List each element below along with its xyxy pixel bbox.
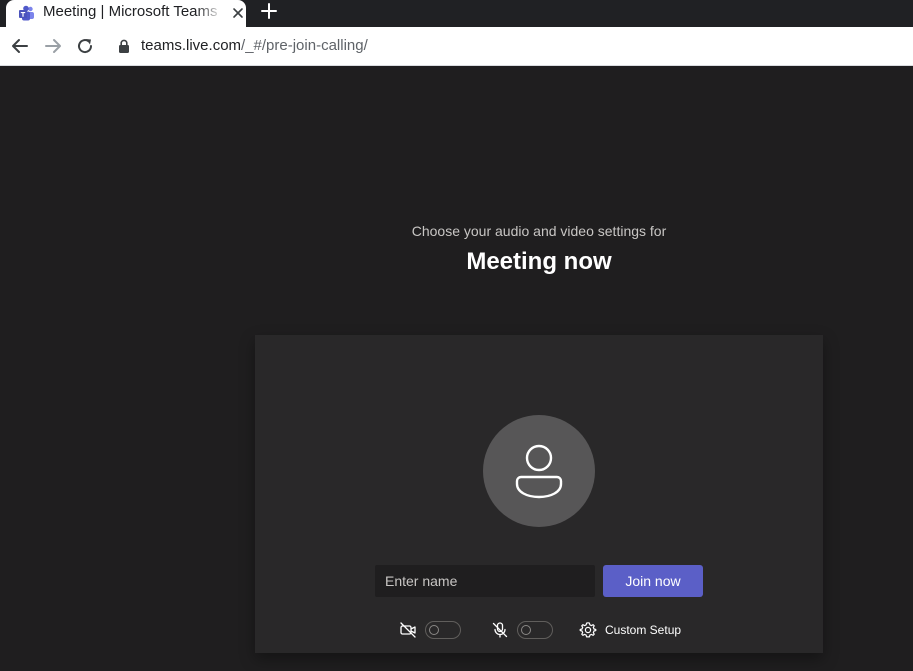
browser-tabstrip: Meeting | Microsoft Teams <box>0 0 913 27</box>
device-controls: Custom Setup <box>255 619 823 641</box>
preview-card: Join now Custom Setup <box>255 335 823 653</box>
browser-toolbar: teams.live.com/_#/pre-join-calling/ <box>0 27 913 66</box>
camera-off-icon <box>400 622 416 638</box>
mic-off-icon <box>492 622 508 638</box>
tab-title: Meeting | Microsoft Teams <box>43 3 218 20</box>
forward-arrow-icon[interactable] <box>43 36 63 56</box>
address-bar[interactable]: teams.live.com/_#/pre-join-calling/ <box>108 31 913 61</box>
close-tab-icon[interactable] <box>230 5 246 21</box>
prejoin-page: Choose your audio and video settings for… <box>0 66 913 671</box>
reload-icon[interactable] <box>75 36 95 56</box>
avatar <box>483 415 595 527</box>
custom-setup-label: Custom Setup <box>605 623 682 637</box>
lock-icon <box>119 39 129 53</box>
join-now-button[interactable]: Join now <box>603 565 703 597</box>
gear-icon <box>579 622 597 638</box>
camera-toggle[interactable] <box>425 621 461 639</box>
meeting-title: Meeting now <box>466 248 612 275</box>
url-path: /_#/pre-join-calling/ <box>241 37 368 54</box>
mic-toggle[interactable] <box>517 621 553 639</box>
settings-subtitle: Choose your audio and video settings for <box>411 223 667 239</box>
browser-tab[interactable]: Meeting | Microsoft Teams <box>6 0 246 27</box>
teams-logo-icon <box>19 5 34 21</box>
url-text: teams.live.com/_#/pre-join-calling/ <box>141 37 368 55</box>
new-tab-icon[interactable] <box>259 1 279 21</box>
name-input[interactable] <box>375 565 595 597</box>
url-host: teams.live.com <box>141 37 242 54</box>
person-icon <box>515 444 563 499</box>
back-arrow-icon[interactable] <box>10 36 30 56</box>
